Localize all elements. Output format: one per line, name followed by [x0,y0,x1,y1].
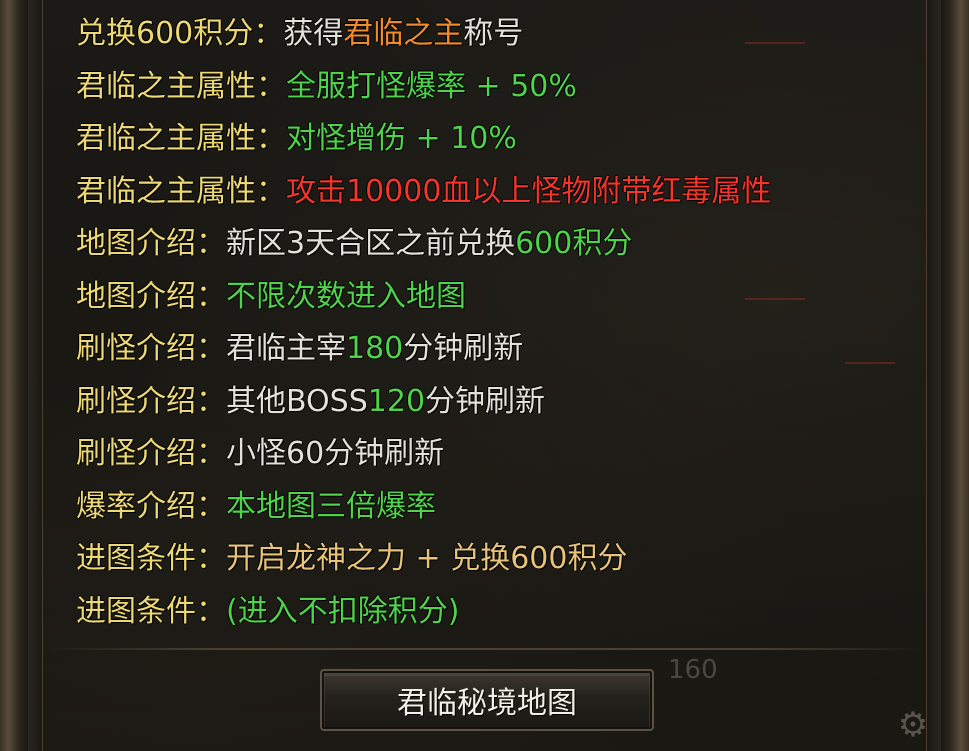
info-line-label: 刷怪介绍： [76,331,226,366]
panel-border-left [0,0,28,751]
info-line: 刷怪介绍：君临主宰180分钟刷新 [76,323,936,376]
info-line-label: 兑换600积分： [76,16,284,51]
info-line-value: 新区3天合区之前兑换 [226,226,516,261]
info-line-value: 开启龙神之力 + 兑换600积分 [226,541,628,576]
info-line-value: 其他BOSS [226,383,368,419]
info-line-value: 600积分 [515,226,633,261]
info-line: 刷怪介绍：小怪60分钟刷新 [76,428,936,481]
info-line-label: 君临之主属性： [76,121,286,156]
info-line-label: 刷怪介绍： [76,436,226,471]
info-line-label: 进图条件： [76,541,226,576]
divider [42,648,927,650]
info-line: 进图条件：开启龙神之力 + 兑换600积分 [76,533,936,586]
info-line-label: 君临之主属性： [76,173,286,209]
info-line-value: 不限次数进入地图 [226,278,466,314]
info-line: 君临之主属性：攻击10000血以上怪物附带红毒属性 [76,166,936,219]
info-line-label: 地图介绍： [76,278,226,314]
gear-icon: ⚙ [897,705,929,745]
info-text-list: 兑换600积分：获得君临之主称号 君临之主属性：全服打怪爆率 + 50% 君临之主属… [76,8,936,638]
info-line-value: 获得 [283,16,344,51]
map-enter-button[interactable]: 君临秘境地图 [320,669,654,731]
info-line-value: 君临之主 [343,16,464,51]
info-line-value: 君临主宰 [226,331,346,366]
info-line-value: 对怪增伤 + 10% [286,121,517,156]
info-line-value: 全服打怪爆率 + 50% [286,68,577,104]
info-line-label: 君临之主属性： [76,68,286,104]
info-line: 地图介绍：新区3天合区之前兑换600积分 [76,218,936,271]
info-line-value: 120 [367,383,426,419]
info-line-value: 称号 [463,16,524,51]
info-line: 刷怪介绍：其他BOSS120分钟刷新 [76,376,936,429]
info-line: 兑换600积分：获得君临之主称号 [76,8,936,61]
info-line: 地图介绍：不限次数进入地图 [76,271,936,324]
info-line: 爆率介绍：本地图三倍爆率 [76,481,936,534]
info-line-label: 地图介绍： [76,226,226,261]
panel-border-right [941,0,969,751]
info-line-value: 攻击10000血以上怪物附带红毒属性 [286,173,772,209]
info-line-label: 刷怪介绍： [76,383,226,419]
info-line-label: 进图条件： [76,593,226,629]
background-number: 160 [668,655,718,685]
info-line-value: (进入不扣除积分) [226,593,460,629]
info-line: 君临之主属性：全服打怪爆率 + 50% [76,61,936,114]
info-line-label: 爆率介绍： [76,488,226,524]
info-line-value: 分钟刷新 [403,331,524,366]
info-line-value: 分钟刷新 [425,383,546,419]
info-line-value: 小怪60分钟刷新 [226,436,445,471]
panel-border-left-inner [28,0,43,751]
info-line-value: 本地图三倍爆率 [226,488,436,524]
map-enter-button-label: 君临秘境地图 [397,686,577,721]
info-line-value: 180 [346,331,404,366]
info-line: 进图条件：(进入不扣除积分) [76,586,936,639]
info-line: 君临之主属性：对怪增伤 + 10% [76,113,936,166]
dialog-panel: 兑换600积分：获得君临之主称号 君临之主属性：全服打怪爆率 + 50% 君临之主属… [0,0,969,751]
